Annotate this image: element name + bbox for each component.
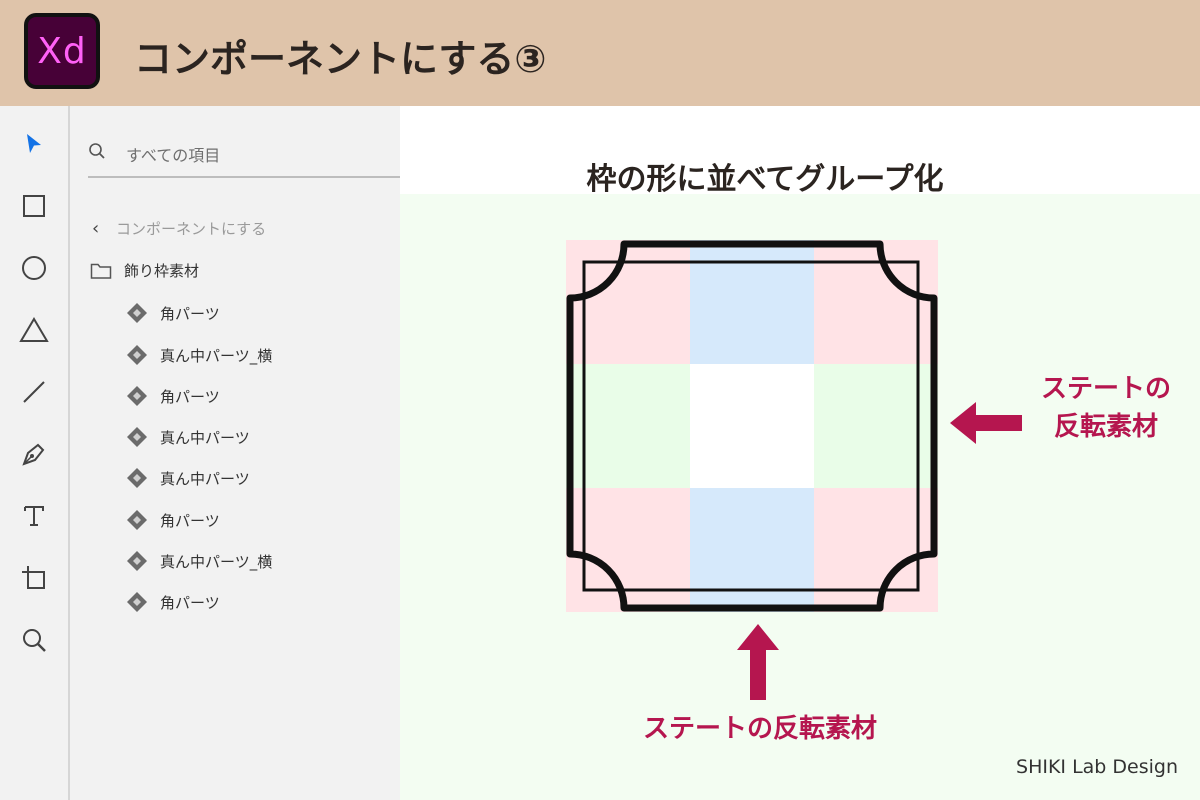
decorative-frame [566,240,938,612]
component-icon [127,427,147,447]
credit-text: SHIKI Lab Design [1016,756,1178,778]
layer-item[interactable]: 真ん中パーツ [126,467,250,489]
back-to-component-link[interactable]: ‹ コンポーネントにする [92,218,266,239]
layer-item-label: 真ん中パーツ [160,428,250,447]
layer-item-label: 角パーツ [160,593,220,612]
select-tool-icon[interactable] [14,124,54,164]
layer-item-label: 真ん中パーツ_横 [160,346,273,365]
state-label-side-line2: 反転素材 [1053,412,1158,442]
layer-item[interactable]: 角パーツ [126,591,220,613]
layer-item-label: 真ん中パーツ [160,469,250,488]
layer-item-label: 角パーツ [160,304,220,323]
component-icon [127,345,147,365]
xd-logo: Xd [24,13,100,89]
layer-item[interactable]: 真ん中パーツ_横 [126,344,272,366]
component-icon [127,303,147,323]
component-icon [127,551,147,571]
search-field[interactable]: すべての項目 [88,136,400,178]
rectangle-tool-icon[interactable] [14,186,54,226]
component-icon [127,592,147,612]
folder-icon [90,263,112,279]
layer-item-label: 角パーツ [160,387,220,406]
page-title: コンポーネントにする③ [134,37,547,81]
back-label: コンポーネントにする [116,220,267,238]
layer-item[interactable]: 角パーツ [126,509,220,531]
layer-item[interactable]: 真ん中パーツ [126,426,250,448]
state-label-bottom: ステートの反転素材 [642,714,877,744]
state-label-side: ステートの 反転素材 [1026,370,1186,446]
header-bar: Xd コンポーネントにする③ [0,0,1200,106]
layer-group-folder[interactable]: 飾り枠素材 [90,260,199,281]
layers-panel: すべての項目 ‹ コンポーネントにする 飾り枠素材 角パーツ 真ん中パーツ_横 角… [70,106,400,800]
ellipse-tool-icon[interactable] [14,248,54,288]
layer-item-label: 真ん中パーツ_横 [160,552,273,571]
text-tool-icon[interactable] [14,496,54,536]
canvas-title: 枠の形に並べてグループ化 [586,162,944,197]
chevron-left-icon: ‹ [92,218,100,239]
component-icon [127,386,147,406]
layer-item[interactable]: 真ん中パーツ_横 [126,550,272,572]
component-icon [127,510,147,530]
folder-label: 飾り枠素材 [124,262,200,280]
arrow-left-icon [950,402,1022,444]
layer-item[interactable]: 角パーツ [126,385,220,407]
frame-group[interactable] [566,240,938,612]
artboard-tool-icon[interactable] [14,558,54,598]
arrow-up-icon [737,624,779,700]
layer-item[interactable]: 角パーツ [126,302,220,324]
search-icon [88,142,106,164]
zoom-tool-icon[interactable] [14,620,54,660]
search-placeholder: すべての項目 [126,146,221,165]
layer-item-label: 角パーツ [160,511,220,530]
component-icon [127,468,147,488]
line-tool-icon[interactable] [14,372,54,412]
triangle-tool-icon[interactable] [14,310,54,350]
canvas-area: 枠の形に並べてグループ化 ステートの 反転素材 ステートの反転素材 SHIKI … [400,106,1200,800]
pen-tool-icon[interactable] [14,434,54,474]
state-label-side-line1: ステートの [1040,374,1171,404]
tool-bar [0,106,70,800]
